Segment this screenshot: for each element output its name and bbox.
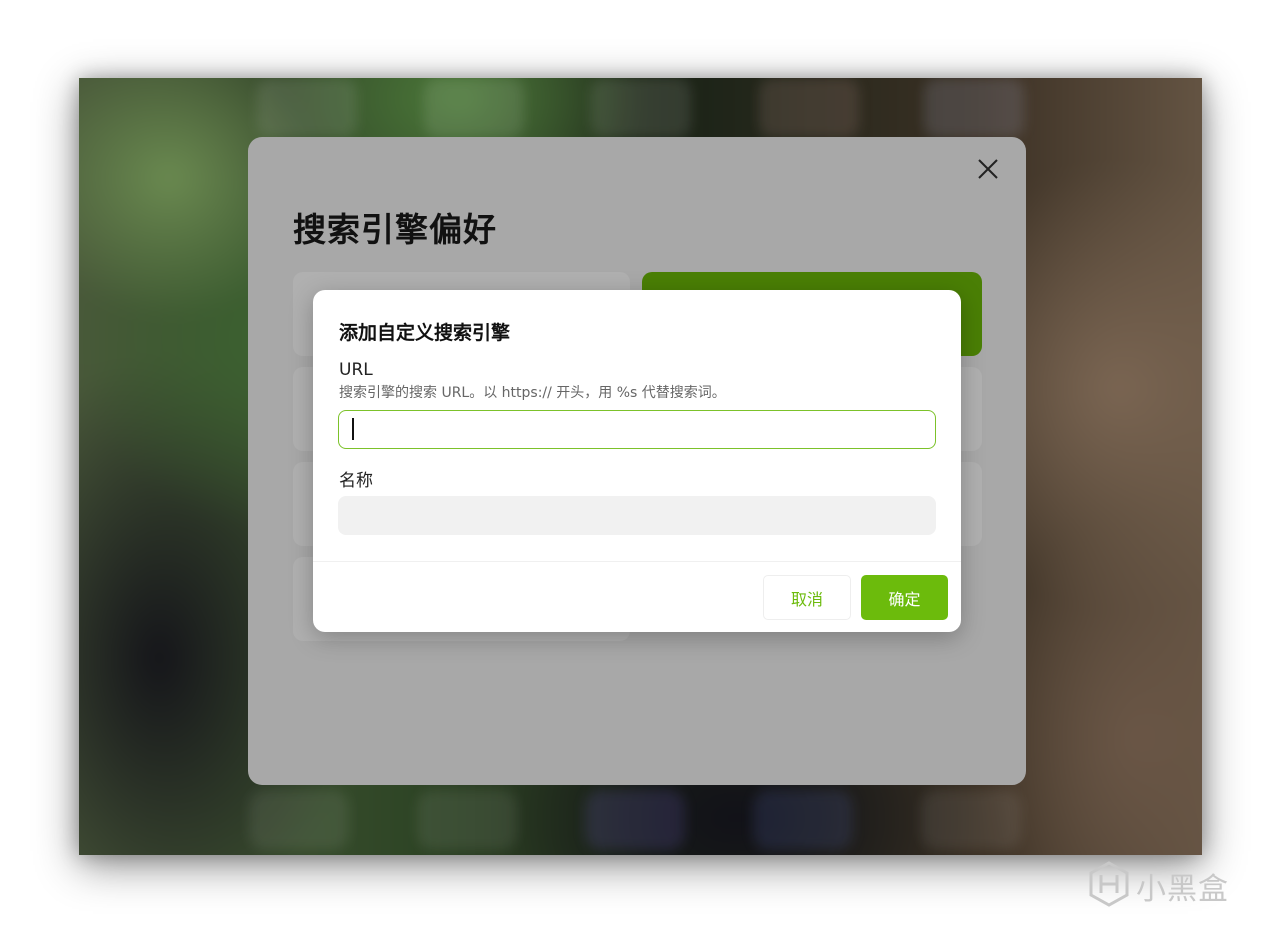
confirm-button[interactable]: 确定 (861, 575, 948, 620)
watermark: 小黑盒 (1088, 861, 1229, 911)
blurred-dock-tile (585, 790, 685, 850)
heybox-logo-icon (1088, 861, 1130, 911)
blurred-dock-tile (417, 790, 517, 850)
panel-title: 搜索引擎偏好 (293, 210, 497, 249)
watermark-text: 小黑盒 (1136, 872, 1229, 907)
footer-divider (313, 561, 961, 562)
url-label: URL (339, 360, 373, 380)
name-input[interactable] (338, 496, 936, 535)
blurred-shortcut-tile (591, 78, 691, 138)
text-cursor (352, 418, 354, 440)
blurred-dock-tile (249, 790, 349, 850)
blurred-shortcut-tile (424, 78, 524, 138)
add-custom-engine-dialog: 添加自定义搜索引擎 URL 搜索引擎的搜索 URL。以 https:// 开头，… (313, 290, 961, 632)
name-label: 名称 (339, 471, 373, 491)
blurred-shortcut-tile (759, 78, 859, 138)
cancel-button[interactable]: 取消 (763, 575, 851, 620)
url-help-text: 搜索引擎的搜索 URL。以 https:// 开头，用 %s 代替搜索词。 (339, 385, 726, 401)
blurred-dock-tile (753, 790, 853, 850)
dialog-title: 添加自定义搜索引擎 (339, 322, 511, 344)
blurred-dock-tile (921, 790, 1021, 850)
blurred-shortcut-tile (257, 78, 357, 138)
blurred-shortcut-tile (924, 78, 1024, 138)
close-icon[interactable] (976, 157, 1000, 181)
url-input[interactable] (338, 410, 936, 449)
